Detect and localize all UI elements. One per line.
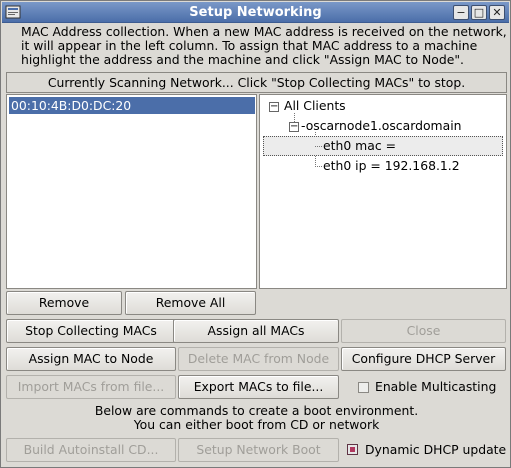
stop-collecting-macs-button[interactable]: Stop Collecting MACs	[6, 319, 176, 343]
export-macs-button[interactable]: Export MACs to file...	[178, 375, 339, 399]
boot-note-line-1: Below are commands to create a boot envi…	[94, 403, 419, 418]
tree-leaf-eth0-ip[interactable]: eth0 ip = 192.168.1.2	[323, 159, 460, 173]
tree-connector	[315, 166, 322, 167]
collapse-node-icon[interactable]: −	[289, 122, 299, 132]
dynamic-dhcp-update-label[interactable]: Dynamic DHCP update	[365, 443, 506, 457]
mac-address-list[interactable]: 00:10:4B:D0:DC:20	[6, 94, 257, 289]
dynamic-dhcp-update-checkbox[interactable]	[347, 444, 358, 455]
assign-all-macs-button[interactable]: Assign all MACs	[173, 319, 339, 343]
window-title: Setup Networking	[189, 5, 322, 20]
minimize-button[interactable]: −	[453, 5, 469, 20]
configure-dhcp-server-button[interactable]: Configure DHCP Server	[341, 347, 506, 371]
remove-button[interactable]: Remove	[6, 291, 122, 315]
tree-node-oscarnode1[interactable]: -oscarnode1.oscardomain	[301, 119, 462, 133]
build-autoinstall-cd-button[interactable]: Build Autoinstall CD...	[6, 438, 176, 462]
delete-mac-from-node-button[interactable]: Delete MAC from Node	[178, 347, 339, 371]
tree-node-label: oscarnode1.oscardomain	[305, 118, 462, 133]
tree-connector	[315, 146, 322, 147]
remove-all-button[interactable]: Remove All	[125, 291, 256, 315]
enable-multicasting-label[interactable]: Enable Multicasting	[375, 380, 496, 394]
tree-root-all-clients[interactable]: All Clients	[284, 99, 346, 113]
intro-line-3: highlight the address and the machine an…	[21, 52, 464, 67]
setup-network-boot-button[interactable]: Setup Network Boot	[178, 438, 339, 462]
intro-line-1: MAC Address collection. When a new MAC a…	[21, 24, 507, 39]
collapse-all-clients-icon[interactable]: −	[269, 102, 279, 112]
import-macs-button[interactable]: Import MACs from file...	[6, 375, 176, 399]
tree-leaf-eth0-mac[interactable]: eth0 mac =	[323, 139, 396, 153]
close-button[interactable]: Close	[341, 319, 506, 343]
scanning-status: Currently Scanning Network... Click "Sto…	[6, 72, 507, 93]
setup-networking-window: Setup Networking − □ ✕ MAC Address colle…	[0, 0, 511, 468]
boot-note-line-2: You can either boot from CD or network	[133, 417, 380, 432]
intro-line-2: it will appear in the left column. To as…	[21, 38, 478, 53]
close-window-button[interactable]: ✕	[489, 5, 505, 20]
enable-multicasting-checkbox[interactable]	[358, 382, 369, 393]
clients-tree[interactable]: − All Clients − -oscarnode1.oscardomain …	[259, 94, 507, 289]
intro-text: MAC Address collection. When a new MAC a…	[21, 24, 507, 67]
title-bar[interactable]: Setup Networking − □ ✕	[2, 2, 509, 23]
maximize-button[interactable]: □	[471, 5, 487, 20]
mac-list-item[interactable]: 00:10:4B:D0:DC:20	[9, 97, 255, 114]
assign-mac-to-node-button[interactable]: Assign MAC to Node	[6, 347, 176, 371]
boot-environment-note: Below are commands to create a boot envi…	[1, 404, 511, 432]
